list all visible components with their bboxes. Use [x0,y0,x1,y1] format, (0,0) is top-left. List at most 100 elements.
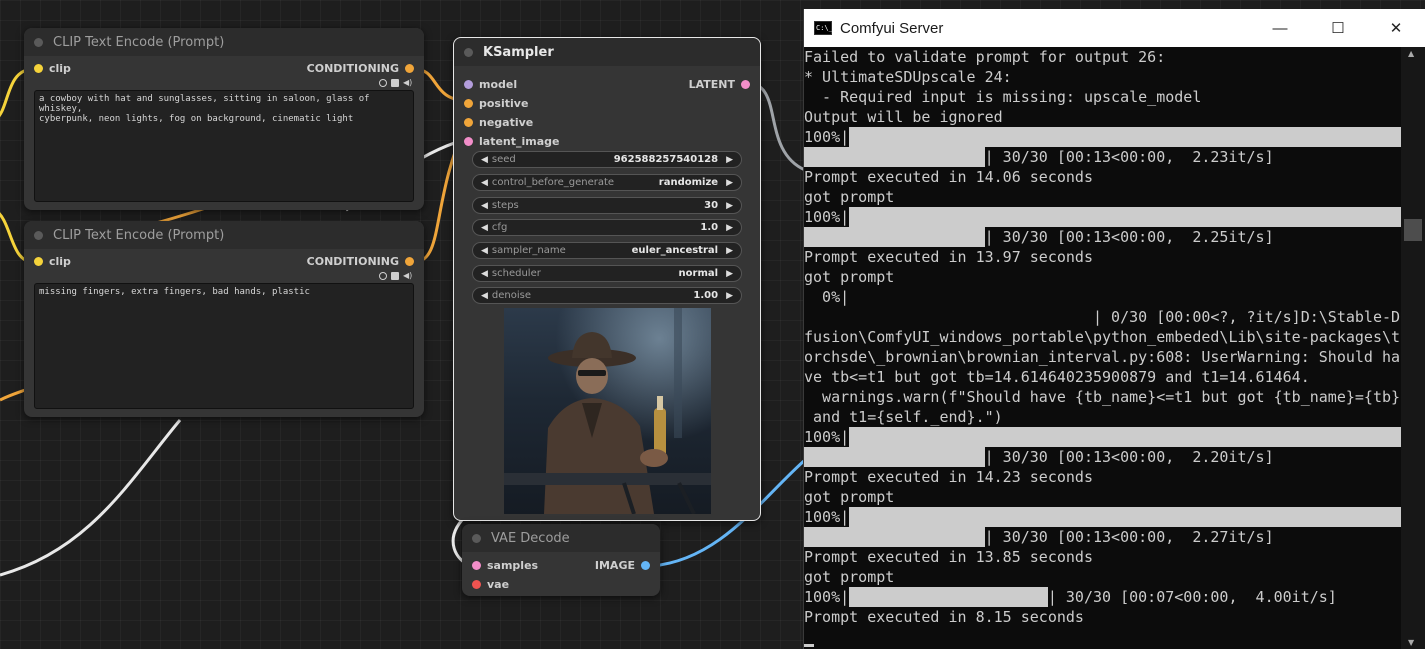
widget-value[interactable]: randomize [659,177,718,188]
control-before-generate-widget[interactable]: ◀ control_before_generate randomize ▶ [472,174,742,191]
latent-connector-dot[interactable] [741,80,750,89]
close-button[interactable]: ✕ [1367,9,1425,47]
decrement-arrow-icon[interactable]: ◀ [481,155,488,165]
collapse-dot-icon[interactable] [472,533,481,543]
negative-prompt-textarea[interactable]: missing fingers, extra fingers, bad hand… [34,283,414,409]
scroll-down-arrow-icon[interactable]: ▼ [1408,638,1414,647]
scroll-up-arrow-icon[interactable]: ▲ [1408,49,1414,58]
input-slot-positive[interactable]: positive [464,97,528,110]
checkbox-icon[interactable] [391,272,399,280]
collapse-dot-icon[interactable] [34,230,43,240]
widget-value[interactable]: 1.0 [700,222,718,233]
widget-value[interactable]: 1.00 [693,290,718,301]
output-slot-conditioning[interactable]: CONDITIONING [307,255,414,268]
clip-connector-dot[interactable] [34,64,43,73]
scrollbar-thumb[interactable] [1404,219,1422,241]
window-titlebar[interactable]: C:\_ Comfyui Server — ☐ ✕ [804,9,1425,47]
node-title: KSampler [483,44,554,60]
increment-arrow-icon[interactable]: ▶ [726,291,733,301]
console-line-text: * UltimateSDUpscale 24: [804,68,1012,86]
scheduler-widget[interactable]: ◀ scheduler normal ▶ [472,265,742,282]
console-line-text: Failed to validate prompt for output 26: [804,48,1166,66]
steps-widget[interactable]: ◀ steps 30 ▶ [472,197,742,214]
prompt-textarea[interactable]: a cowboy with hat and sunglasses, sittin… [34,90,414,202]
seed-widget[interactable]: ◀ seed 962588257540128 ▶ [472,151,742,168]
widget-value[interactable]: euler_ancestral [632,245,718,256]
widget-value[interactable]: normal [679,268,719,279]
output-slot-conditioning[interactable]: CONDITIONING [307,62,414,75]
widget-label: sampler_name [491,245,566,256]
positive-connector-dot[interactable] [464,99,473,108]
wire-orange-bg-2 [0,388,26,402]
node-title-bar[interactable]: VAE Decode [462,524,660,552]
console-output[interactable]: Failed to validate prompt for output 26:… [804,47,1402,649]
speaker-icon[interactable]: ◀) [403,272,412,280]
collapse-dot-icon[interactable] [464,47,473,57]
decrement-arrow-icon[interactable]: ◀ [481,269,488,279]
conditioning-connector-dot[interactable] [405,257,414,266]
increment-arrow-icon[interactable]: ▶ [726,155,733,165]
clip-text-encode-node-2[interactable]: CLIP Text Encode (Prompt) clip CONDITION… [24,221,424,417]
output-slot-image[interactable]: IMAGE [595,559,650,572]
latent-image-connector-dot[interactable] [464,137,473,146]
decrement-arrow-icon[interactable]: ◀ [481,223,488,233]
console-line-text: orchsde\_brownian\brownian_interval.py:6… [804,348,1401,366]
output-label: LATENT [688,78,735,91]
console-line-text: got prompt [804,188,895,206]
input-slot-clip[interactable]: clip [34,255,71,268]
collapse-dot-icon[interactable] [34,37,43,47]
vae-connector-dot[interactable] [472,580,481,589]
input-slot-vae[interactable]: vae [472,578,509,591]
image-connector-dot[interactable] [641,561,650,570]
model-connector-dot[interactable] [464,80,473,89]
input-label: samples [487,559,539,572]
circle-icon[interactable] [379,272,387,280]
console-line: fusion\ComfyUI_windows_portable\python_e… [804,327,1402,347]
console-line-text: Output will be ignored [804,108,1003,126]
speaker-icon[interactable]: ◀) [403,79,412,87]
vae-decode-node[interactable]: VAE Decode samples IMAGE vae [462,524,660,596]
maximize-button[interactable]: ☐ [1309,9,1367,47]
decrement-arrow-icon[interactable]: ◀ [481,291,488,301]
circle-icon[interactable] [379,79,387,87]
decrement-arrow-icon[interactable]: ◀ [481,201,488,211]
decrement-arrow-icon[interactable]: ◀ [481,246,488,256]
cfg-widget[interactable]: ◀ cfg 1.0 ▶ [472,219,742,236]
generated-image-preview[interactable] [504,308,711,514]
minimize-button[interactable]: — [1251,9,1309,47]
samples-connector-dot[interactable] [472,561,481,570]
node-title-bar[interactable]: CLIP Text Encode (Prompt) [24,221,424,249]
checkbox-icon[interactable] [391,79,399,87]
negative-connector-dot[interactable] [464,118,473,127]
conditioning-connector-dot[interactable] [405,64,414,73]
output-slot-latent[interactable]: LATENT [689,78,750,91]
console-line: | 30/30 [00:13<00:00, 2.20it/s] [804,447,1402,467]
clip-text-encode-node-1[interactable]: CLIP Text Encode (Prompt) clip CONDITION… [24,28,424,210]
sampler-name-widget[interactable]: ◀ sampler_name euler_ancestral ▶ [472,242,742,259]
input-slot-model[interactable]: model [464,78,517,91]
input-slot-clip[interactable]: clip [34,62,71,75]
server-console-window[interactable]: C:\_ Comfyui Server — ☐ ✕ Failed to vali… [803,9,1425,649]
ksampler-node[interactable]: KSampler model LATENT positive negative [453,37,761,521]
slot-row: positive [454,94,760,113]
input-slot-latent-image[interactable]: latent_image [464,135,560,148]
input-label: positive [479,97,529,110]
vertical-scrollbar[interactable]: ▲ ▼ [1401,47,1425,649]
console-line: Failed to validate prompt for output 26: [804,47,1402,67]
decrement-arrow-icon[interactable]: ◀ [481,178,488,188]
clip-connector-dot[interactable] [34,257,43,266]
increment-arrow-icon[interactable]: ▶ [726,269,733,279]
widget-value[interactable]: 30 [704,200,718,211]
console-line: 100%| [804,507,1402,527]
denoise-widget[interactable]: ◀ denoise 1.00 ▶ [472,287,742,304]
increment-arrow-icon[interactable]: ▶ [726,201,733,211]
node-title-bar[interactable]: KSampler [454,38,760,66]
console-line-text: 100%| [804,128,850,146]
widget-value[interactable]: 962588257540128 [614,154,718,165]
increment-arrow-icon[interactable]: ▶ [726,223,733,233]
node-title-bar[interactable]: CLIP Text Encode (Prompt) [24,28,424,56]
increment-arrow-icon[interactable]: ▶ [726,178,733,188]
increment-arrow-icon[interactable]: ▶ [726,246,733,256]
input-slot-negative[interactable]: negative [464,116,533,129]
input-slot-samples[interactable]: samples [472,559,538,572]
